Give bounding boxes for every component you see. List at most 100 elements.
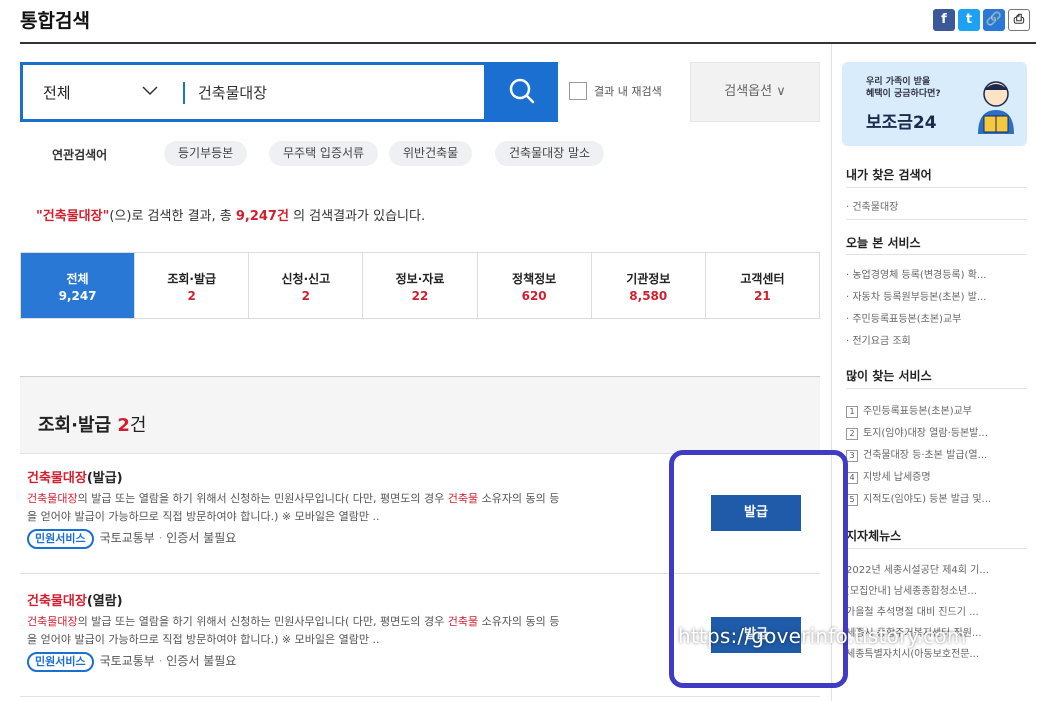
re-search-checkbox[interactable] bbox=[569, 82, 587, 100]
popular-service-label: 건축물대장 등·초본 발급(열... bbox=[863, 450, 988, 461]
desc-keyword: 건축물대장 bbox=[27, 615, 78, 628]
search-bar: 전체 건축물대장 bbox=[20, 62, 487, 122]
result-item: 건축물대장(열람) 건축물대장의 발급 또는 열람을 하기 위해서 신청하는 민… bbox=[27, 590, 677, 672]
desc-keyword: 건축물대장 bbox=[27, 492, 78, 505]
tab-label: 고객센터 bbox=[740, 272, 785, 286]
section-title-text: 조회·발급 bbox=[38, 415, 118, 436]
link-copy-icon[interactable]: 🔗 bbox=[983, 9, 1005, 31]
result-item: 건축물대장(발급) 건축물대장의 발급 또는 열람을 하기 위해서 신청하는 민… bbox=[27, 467, 677, 549]
highlight-annotation bbox=[669, 450, 848, 688]
result-title-rest: (열람) bbox=[86, 594, 123, 609]
search-button[interactable] bbox=[487, 62, 558, 122]
tab-label: 정보·자료 bbox=[395, 272, 445, 286]
rank-number: 2 bbox=[846, 428, 858, 440]
popular-service-label: 지적도(임야도) 등본 발급 및... bbox=[863, 494, 992, 505]
rank-number: 3 bbox=[846, 450, 858, 462]
section-unit: 건 bbox=[129, 415, 147, 436]
today-service-item[interactable]: · 전기요금 조회 bbox=[846, 332, 1031, 347]
tab-count: 22 bbox=[411, 289, 429, 303]
section-title: 조회·발급 2건 bbox=[38, 411, 146, 437]
popular-service-item[interactable]: 5 지적도(임야도) 등본 발급 및... bbox=[846, 490, 1031, 506]
result-divider bbox=[20, 696, 820, 697]
person-gift-icon bbox=[978, 81, 1014, 134]
facebook-share-icon[interactable]: f bbox=[933, 9, 955, 31]
section-header: 조회·발급 2건 bbox=[20, 376, 820, 454]
print-icon[interactable]: ⎙ bbox=[1008, 9, 1030, 31]
desc-text: 소유자의 동의 등 bbox=[478, 492, 560, 505]
popular-service-label: 토지(임야)대장 열람·등본발... bbox=[863, 428, 988, 439]
subsidy24-banner[interactable]: 우리 가족이 받을혜택이 궁금하다면? 보조금24 bbox=[842, 62, 1027, 146]
result-org: 국토교통부 bbox=[99, 654, 155, 668]
tab-count: 620 bbox=[521, 289, 547, 303]
result-title-rest: (발급) bbox=[86, 471, 123, 486]
popular-service-label: 지방세 납세증명 bbox=[863, 472, 931, 483]
category-badge: 민원서비스 bbox=[27, 652, 94, 672]
rank-number: 1 bbox=[846, 406, 858, 418]
tab-count: 21 bbox=[754, 289, 771, 303]
tab-label: 전체 bbox=[66, 272, 89, 286]
popular-service-label: 주민등록표등본(초본)교부 bbox=[863, 406, 973, 417]
tab-all[interactable]: 전체 9,247 bbox=[21, 253, 136, 318]
local-news-item[interactable]: 2022년 세종시설공단 제4회 기... bbox=[846, 561, 1031, 576]
related-chip[interactable]: 건축물대장 말소 bbox=[495, 141, 605, 166]
search-options-button[interactable]: 검색옵션 ∨ bbox=[690, 62, 820, 122]
search-input[interactable]: 건축물대장 bbox=[198, 82, 267, 103]
related-chip[interactable]: 위반건축물 bbox=[389, 141, 473, 166]
tab-count: 2 bbox=[187, 289, 196, 303]
popular-service-item[interactable]: 3 건축물대장 등·초본 발급(열... bbox=[846, 446, 1031, 462]
tab-apply-report[interactable]: 신청·신고 2 bbox=[249, 253, 364, 318]
summary-count: 9,247건 bbox=[235, 209, 289, 224]
today-service-item[interactable]: · 농업경영체 등록(변경등록) 확... bbox=[846, 266, 1031, 281]
tab-policy[interactable]: 정책정보 620 bbox=[478, 253, 592, 318]
tab-agency[interactable]: 기관정보 8,580 bbox=[592, 253, 706, 318]
search-separator bbox=[183, 82, 185, 104]
search-scope-select[interactable]: 전체 bbox=[43, 82, 71, 103]
popular-services-title: 많이 찾는 서비스 bbox=[846, 369, 932, 383]
result-description: 건축물대장의 발급 또는 열람을 하기 위해서 신청하는 민원사무입니다( 다만… bbox=[27, 490, 677, 526]
desc-text: 소유자의 동의 등 bbox=[478, 615, 560, 628]
chevron-down-icon[interactable] bbox=[141, 81, 159, 99]
summary-pre: (으)로 검색한 결과, 총 bbox=[109, 209, 236, 224]
banner-line: 우리 가족이 받을 bbox=[866, 77, 931, 87]
tab-customer-center[interactable]: 고객센터 21 bbox=[706, 253, 819, 318]
tab-label: 기관정보 bbox=[626, 272, 671, 286]
local-news-item[interactable]: 가을철 추석명절 대비 진드기 ... bbox=[846, 603, 1031, 618]
section-count: 2 bbox=[117, 415, 130, 436]
tab-count: 9,247 bbox=[58, 289, 97, 303]
popular-service-item[interactable]: 2 토지(임야)대장 열람·등본발... bbox=[846, 424, 1031, 440]
result-title[interactable]: 건축물대장(열람) bbox=[27, 590, 677, 609]
tab-label: 신청·신고 bbox=[281, 272, 331, 286]
related-keywords-label: 연관검색어 bbox=[52, 148, 108, 162]
tab-lookup-issue[interactable]: 조회·발급 2 bbox=[135, 253, 250, 318]
tab-info-data[interactable]: 정보·자료 22 bbox=[363, 253, 478, 318]
sidebar-line bbox=[846, 187, 1027, 188]
tab-label: 조회·발급 bbox=[167, 272, 217, 286]
my-searches-title: 내가 찾은 검색어 bbox=[846, 168, 932, 182]
result-meta: 민원서비스 국토교통부 · 인증서 불필요 bbox=[27, 652, 677, 672]
tab-count: 2 bbox=[301, 289, 311, 303]
local-news-item[interactable]: [모집안내] 남세종종합청소년... bbox=[846, 582, 1031, 597]
sidebar-line bbox=[846, 254, 1027, 255]
result-title[interactable]: 건축물대장(발급) bbox=[27, 467, 677, 486]
related-chip[interactable]: 무주택 입증서류 bbox=[269, 141, 379, 166]
related-chip[interactable]: 등기부등본 bbox=[164, 141, 248, 166]
popular-service-item[interactable]: 4 지방세 납세증명 bbox=[846, 468, 1031, 484]
result-cert: 인증서 불필요 bbox=[166, 654, 237, 668]
desc-text: 을 얻어야 발급이 가능하므로 직접 방문하여야 합니다.) ※ 모바일은 열람… bbox=[27, 510, 380, 523]
today-service-item[interactable]: · 주민등록표등본(초본)교부 bbox=[846, 310, 1031, 325]
page-title: 통합검색 bbox=[20, 10, 90, 32]
today-service-item[interactable]: · 자동차 등록원부등본(초본) 발... bbox=[846, 288, 1031, 303]
popular-service-item[interactable]: 1 주민등록표등본(초본)교부 bbox=[846, 402, 1031, 418]
tab-label: 정책정보 bbox=[512, 272, 557, 286]
watermark: https://goverinfo.tistory.com bbox=[678, 624, 967, 648]
sidebar-line bbox=[846, 548, 1027, 549]
tab-count: 8,580 bbox=[629, 289, 668, 303]
banner-line: 혜택이 궁금하다면? bbox=[866, 89, 941, 99]
twitter-share-icon[interactable]: t bbox=[958, 9, 980, 31]
local-news-title: 지자체뉴스 bbox=[846, 529, 902, 543]
desc-keyword: 건축물 bbox=[447, 492, 479, 505]
my-search-item[interactable]: · 건축물대장 bbox=[846, 198, 1031, 213]
summary-post: 의 검색결과가 있습니다. bbox=[288, 209, 426, 224]
sidebar-line bbox=[846, 219, 1027, 220]
banner-title: 보조금24 bbox=[866, 113, 937, 133]
